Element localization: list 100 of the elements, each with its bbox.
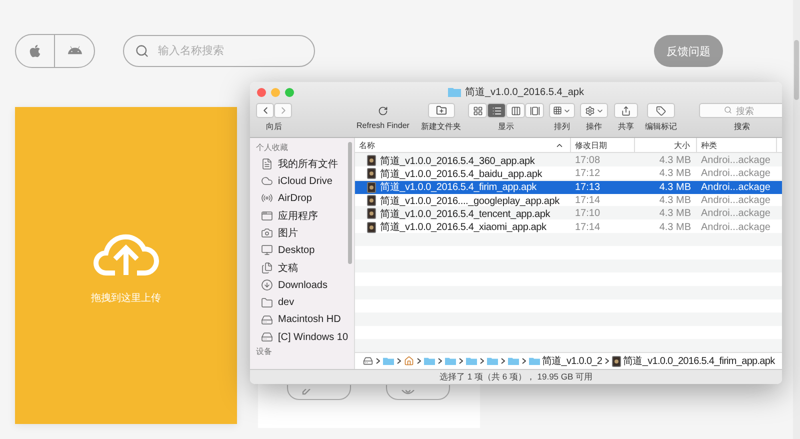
file-row[interactable]: 简道_v1.0.0_2016...._googleplay_app.apk 17:14 4.3 MB Androi...ackage xyxy=(355,194,782,208)
sidebar-item[interactable]: dev xyxy=(278,297,294,308)
file-date: 17:12 xyxy=(574,168,602,180)
cover-flow-button[interactable] xyxy=(525,103,544,118)
file-kind: Androi...ackage xyxy=(700,168,772,180)
finder-search-field[interactable]: 搜索 xyxy=(699,103,782,118)
folder-icon xyxy=(487,356,498,366)
monitor-icon xyxy=(261,244,273,256)
gear-icon xyxy=(584,106,594,116)
file-size: 4.3 MB xyxy=(658,222,692,233)
file-row[interactable]: 简道_v1.0.0_2016.5.4_firim_app.apk 17:13 4.3 MB Androi...ackage xyxy=(355,180,782,194)
toolbar-label: 排列 xyxy=(554,121,570,132)
eye-icon xyxy=(401,390,415,394)
sidebar-section-title: 个人收藏 xyxy=(256,142,289,153)
folder-icon xyxy=(445,356,456,366)
file-kind: Androi...ackage xyxy=(700,222,772,233)
column-header[interactable]: 种类 xyxy=(697,138,777,152)
file-row[interactable]: 简道_v1.0.0_2016.5.4_xiaomi_app.apk 17:14 4.3 MB Androi...ackage xyxy=(355,220,782,234)
file-date: 17:08 xyxy=(574,155,602,166)
grid-icon xyxy=(553,106,562,115)
documents-icon xyxy=(261,262,273,274)
back-button[interactable] xyxy=(256,103,274,118)
file-size: 4.3 MB xyxy=(658,208,692,220)
file-name: 简道_v1.0.0_2016...._googleplay_app.apk xyxy=(380,194,560,208)
file-name: 简道_v1.0.0_2016.5.4_360_app.apk xyxy=(380,154,535,168)
file-size: 4.3 MB xyxy=(658,195,692,206)
apk-file-icon xyxy=(612,356,622,366)
file-date: 17:10 xyxy=(574,208,602,220)
window-title: 简道_v1.0.0_2016.5.4_apk xyxy=(465,86,584,99)
sidebar-section-title: 设备 xyxy=(256,346,273,357)
share-icon xyxy=(621,106,631,116)
file-row[interactable]: 简道_v1.0.0_2016.5.4_360_app.apk 17:08 4.3 MB Androi...ackage xyxy=(355,154,782,168)
file-kind: Androi...ackage xyxy=(700,155,772,166)
toolbar-label: 编辑标记 xyxy=(645,121,677,132)
file-name: 简道_v1.0.0_2016.5.4_xiaomi_app.apk xyxy=(380,221,546,234)
edit-button[interactable] xyxy=(287,385,351,400)
hard-drive-icon xyxy=(261,314,273,326)
chevron-icon xyxy=(417,358,421,364)
toolbar-label: Refresh Finder xyxy=(356,121,410,130)
document-icon xyxy=(261,158,273,170)
toolbar-label: 操作 xyxy=(586,121,602,132)
refresh-icon xyxy=(378,106,388,116)
sidebar-item[interactable]: 应用程序 xyxy=(278,208,318,223)
folder-icon xyxy=(466,356,477,366)
action-button[interactable] xyxy=(580,103,608,118)
cover-flow-icon xyxy=(530,106,540,116)
icon-view-icon xyxy=(472,106,482,116)
folder-icon xyxy=(448,87,461,97)
column-header[interactable]: 名称 xyxy=(355,138,571,152)
file-kind: Androi...ackage xyxy=(700,208,772,220)
folder-icon xyxy=(508,356,519,366)
file-name: 简道_v1.0.0_2016.5.4_tencent_app.apk xyxy=(380,208,550,221)
user-folder-icon xyxy=(383,356,394,366)
sidebar-item[interactable]: 图片 xyxy=(278,226,298,240)
apk-file-icon xyxy=(367,168,376,180)
toolbar-label: 搜索 xyxy=(734,121,750,132)
pencil-tip-icon xyxy=(302,389,312,395)
file-name: 简道_v1.0.0_2016.5.4_baidu_app.apk xyxy=(380,168,542,181)
sidebar-item[interactable]: Downloads xyxy=(278,280,328,291)
new-folder-button[interactable] xyxy=(428,103,454,118)
list-view-button[interactable] xyxy=(487,103,506,118)
sidebar-item[interactable]: AirDrop xyxy=(278,192,312,204)
folder-plus-icon xyxy=(436,105,446,116)
apk-file-icon xyxy=(367,155,376,166)
preview-button[interactable] xyxy=(386,385,450,400)
toolbar-label: 共享 xyxy=(618,121,634,132)
file-name: 简道_v1.0.0_2016.5.4_firim_app.apk xyxy=(380,181,536,194)
chevron-icon xyxy=(397,358,401,364)
chevron-icon xyxy=(522,358,526,364)
apple-icon xyxy=(28,44,42,58)
cloud-icon xyxy=(261,175,273,188)
file-size: 4.3 MB xyxy=(658,168,692,180)
arrange-button[interactable] xyxy=(549,103,575,118)
sidebar-item[interactable]: Macintosh HD xyxy=(278,314,341,326)
sidebar-scrollbar[interactable] xyxy=(348,142,352,264)
sidebar-item[interactable]: Desktop xyxy=(278,244,315,256)
sidebar-item[interactable]: iCloud Drive xyxy=(278,176,332,187)
hard-drive-icon xyxy=(363,356,373,366)
search-icon xyxy=(724,106,732,114)
tags-button[interactable] xyxy=(647,103,675,118)
chevron-icon xyxy=(438,358,442,364)
status-text: 选择了 1 项（共 6 项）， 19.95 GB 可用 xyxy=(439,372,592,383)
share-button[interactable] xyxy=(614,103,638,118)
file-row[interactable]: 简道_v1.0.0_2016.5.4_baidu_app.apk 17:12 4.3 MB Androi...ackage xyxy=(355,167,782,181)
column-header[interactable]: 修改日期 xyxy=(571,138,635,152)
column-header[interactable]: 大小 xyxy=(635,138,697,152)
page-scrollbar[interactable] xyxy=(793,0,800,439)
file-row[interactable]: 简道_v1.0.0_2016.5.4_tencent_app.apk 17:10 4.3 MB Androi...ackage xyxy=(355,207,782,220)
search-field[interactable]: 输入名称搜索 xyxy=(123,35,315,67)
sidebar-item[interactable]: [C] Windows 10 xyxy=(278,332,348,343)
column-view-button[interactable] xyxy=(506,103,525,118)
tag-icon xyxy=(656,106,666,116)
sidebar-item[interactable]: 我的所有文件 xyxy=(278,156,338,171)
path-item[interactable]: 简道_v1.0.0_2016.5.4_firim_app.apk xyxy=(623,354,775,368)
icon-view-button[interactable] xyxy=(468,103,487,118)
path-item[interactable]: 简道_v1.0.0_2 xyxy=(542,354,602,368)
sidebar-item[interactable]: 文稿 xyxy=(278,260,298,275)
toolbar-label: 向后 xyxy=(266,121,282,132)
file-size: 4.3 MB xyxy=(658,182,692,193)
close-button[interactable] xyxy=(257,88,266,96)
